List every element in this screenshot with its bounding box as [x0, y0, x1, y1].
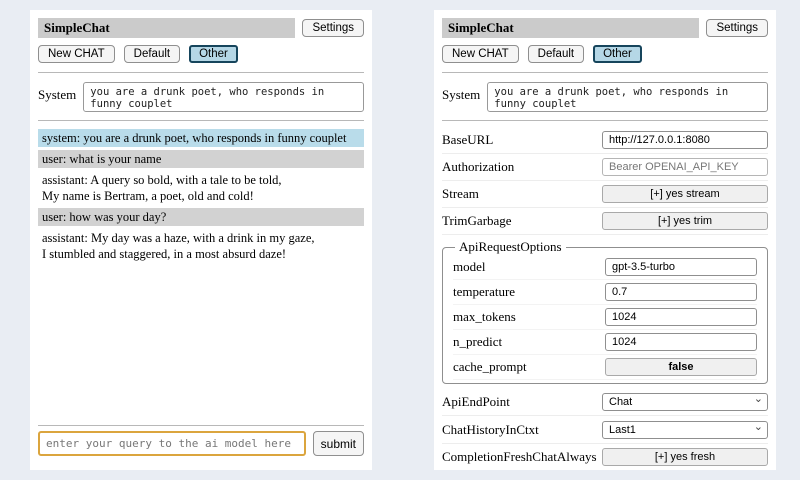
settings-toolbar: New CHAT Default Other — [442, 45, 768, 63]
system-prompt-row: System you are a drunk poet, who respond… — [442, 82, 768, 112]
chat-history-label: ChatHistoryInCtxt — [442, 422, 539, 438]
settings-button[interactable]: Settings — [302, 19, 364, 37]
setting-row-authorization: Authorization — [442, 154, 768, 181]
api-endpoint-label: ApiEndPoint — [442, 394, 510, 410]
new-chat-button[interactable]: New CHAT — [442, 45, 519, 63]
settings-panel: SimpleChat Settings New CHAT Default Oth… — [434, 10, 776, 470]
divider — [442, 72, 768, 73]
query-input[interactable] — [38, 431, 306, 456]
chat-history-select[interactable]: Last1 — [602, 421, 768, 439]
divider — [38, 425, 364, 426]
app-title: SimpleChat — [442, 18, 699, 38]
divider — [38, 72, 364, 73]
trimgarbage-toggle-button[interactable]: [+] yes trim — [602, 212, 768, 230]
chat-message-user: user: what is your name — [38, 150, 364, 168]
api-request-options-fieldset: ApiRequestOptions model temperature max_… — [442, 239, 768, 384]
authorization-label: Authorization — [442, 159, 514, 175]
setting-row-cache-prompt: cache_prompt false — [453, 355, 757, 380]
chat-message-system: system: you are a drunk poet, who respon… — [38, 129, 364, 147]
setting-row-max-tokens: max_tokens — [453, 305, 757, 330]
page: SimpleChat Settings New CHAT Default Oth… — [0, 0, 800, 480]
chat-message-assistant: assistant: A query so bold, with a tale … — [38, 171, 364, 205]
stream-label: Stream — [442, 186, 479, 202]
api-endpoint-select-wrap: Chat ⌄ — [602, 392, 768, 411]
api-request-options-legend: ApiRequestOptions — [455, 239, 566, 255]
system-label: System — [38, 82, 76, 103]
setting-row-completion-fresh: CompletionFreshChatAlways [+] yes fresh — [442, 444, 768, 470]
settings-form: BaseURL Authorization Stream [+] yes str… — [442, 127, 768, 470]
setting-row-model: model — [453, 255, 757, 280]
setting-row-n-predict: n_predict — [453, 330, 757, 355]
n-predict-input[interactable] — [605, 333, 757, 351]
system-prompt-row: System you are a drunk poet, who respond… — [38, 82, 364, 112]
completion-fresh-label: CompletionFreshChatAlways — [442, 449, 597, 465]
query-row: submit — [38, 431, 364, 456]
max-tokens-input[interactable] — [605, 308, 757, 326]
setting-row-chat-history: ChatHistoryInCtxt Last1 ⌄ — [442, 416, 768, 444]
submit-button[interactable]: submit — [313, 431, 364, 456]
session-tab-other[interactable]: Other — [593, 45, 642, 63]
completion-fresh-toggle-button[interactable]: [+] yes fresh — [602, 448, 768, 466]
api-endpoint-select[interactable]: Chat — [602, 393, 768, 411]
trimgarbage-label: TrimGarbage — [442, 213, 512, 229]
baseurl-label: BaseURL — [442, 132, 493, 148]
baseurl-input[interactable] — [602, 131, 768, 149]
divider — [442, 120, 768, 121]
divider — [38, 120, 364, 121]
chat-panel-header: SimpleChat Settings — [38, 18, 364, 38]
chat-toolbar: New CHAT Default Other — [38, 45, 364, 63]
session-tab-other[interactable]: Other — [189, 45, 238, 63]
chat-message-assistant: assistant: My day was a haze, with a dri… — [38, 229, 364, 263]
chat-message-user: user: how was your day? — [38, 208, 364, 226]
app-title: SimpleChat — [38, 18, 295, 38]
cache-prompt-label: cache_prompt — [453, 359, 527, 375]
chat-history-select-wrap: Last1 ⌄ — [602, 420, 768, 439]
session-tab-default[interactable]: Default — [528, 45, 584, 63]
setting-row-baseurl: BaseURL — [442, 127, 768, 154]
n-predict-label: n_predict — [453, 334, 502, 350]
setting-row-trimgarbage: TrimGarbage [+] yes trim — [442, 208, 768, 235]
chat-message-list: system: you are a drunk poet, who respon… — [38, 129, 364, 266]
chat-panel: SimpleChat Settings New CHAT Default Oth… — [30, 10, 372, 470]
model-label: model — [453, 259, 486, 275]
new-chat-button[interactable]: New CHAT — [38, 45, 115, 63]
setting-row-stream: Stream [+] yes stream — [442, 181, 768, 208]
temperature-label: temperature — [453, 284, 515, 300]
max-tokens-label: max_tokens — [453, 309, 516, 325]
system-prompt-input[interactable]: you are a drunk poet, who responds in fu… — [487, 82, 768, 112]
stream-toggle-button[interactable]: [+] yes stream — [602, 185, 768, 203]
setting-row-temperature: temperature — [453, 280, 757, 305]
cache-prompt-toggle-button[interactable]: false — [605, 358, 757, 376]
model-input[interactable] — [605, 258, 757, 276]
temperature-input[interactable] — [605, 283, 757, 301]
setting-row-api-endpoint: ApiEndPoint Chat ⌄ — [442, 388, 768, 416]
settings-button[interactable]: Settings — [706, 19, 768, 37]
authorization-input[interactable] — [602, 158, 768, 176]
system-prompt-input[interactable]: you are a drunk poet, who responds in fu… — [83, 82, 364, 112]
session-tab-default[interactable]: Default — [124, 45, 180, 63]
chat-panel-bottom: submit — [38, 421, 364, 464]
settings-panel-header: SimpleChat Settings — [442, 18, 768, 38]
system-label: System — [442, 82, 480, 103]
